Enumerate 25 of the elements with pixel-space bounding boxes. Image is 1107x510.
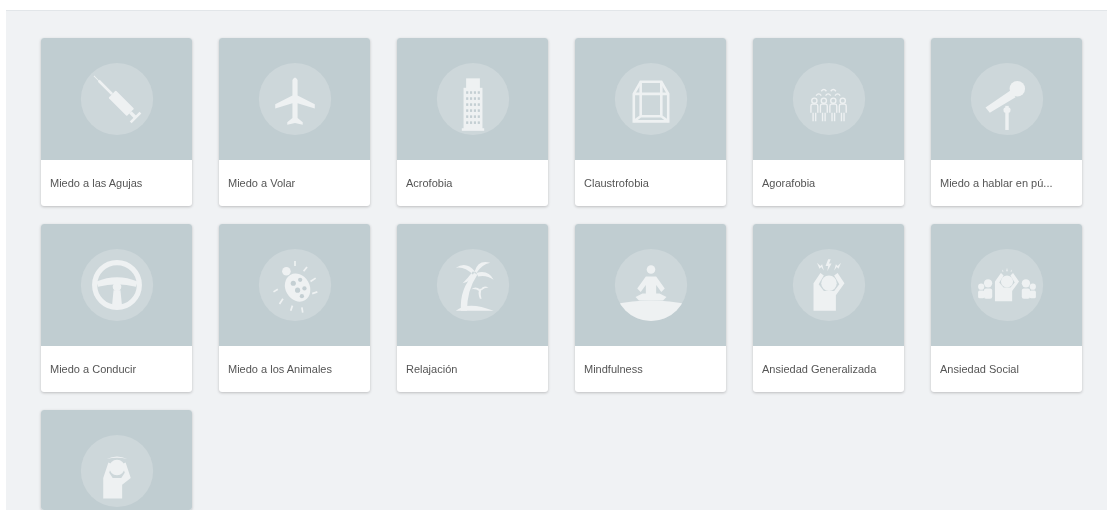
card-title: Mindfulness <box>584 363 643 375</box>
topic-card[interactable]: Ansiedad Social <box>931 224 1082 392</box>
topic-card[interactable]: Ansiedad Generalizada <box>753 224 904 392</box>
card-title: Claustrofobia <box>584 177 649 189</box>
topic-card[interactable]: Miedo a los Animales <box>219 224 370 392</box>
card-title: Miedo a los Animales <box>228 363 332 375</box>
topic-card[interactable] <box>41 410 192 510</box>
topic-card[interactable]: Acrofobia <box>397 38 548 206</box>
card-title: Miedo a Conducir <box>50 363 137 375</box>
card-title: Acrofobia <box>406 177 453 189</box>
topic-card[interactable]: Mindfulness <box>575 224 726 392</box>
topic-card[interactable]: Miedo a hablar en pú... <box>931 38 1082 206</box>
topic-card[interactable]: Miedo a Volar <box>219 38 370 206</box>
topic-card[interactable]: Claustrofobia <box>575 38 726 206</box>
card-title: Agorafobia <box>762 177 816 189</box>
topic-card[interactable]: Relajación <box>397 224 548 392</box>
card-title: Miedo a Volar <box>228 177 296 189</box>
card-title: Relajación <box>406 363 458 375</box>
card-title: Ansiedad Social <box>940 363 1019 375</box>
card-title: Miedo a hablar en pú... <box>940 177 1053 189</box>
topic-card[interactable]: Miedo a las Agujas <box>41 38 192 206</box>
topic-card[interactable]: Miedo a Conducir <box>41 224 192 392</box>
card-title: Ansiedad Generalizada <box>762 363 877 375</box>
topic-card[interactable]: Agorafobia <box>753 38 904 206</box>
card-title: Miedo a las Agujas <box>50 177 143 189</box>
